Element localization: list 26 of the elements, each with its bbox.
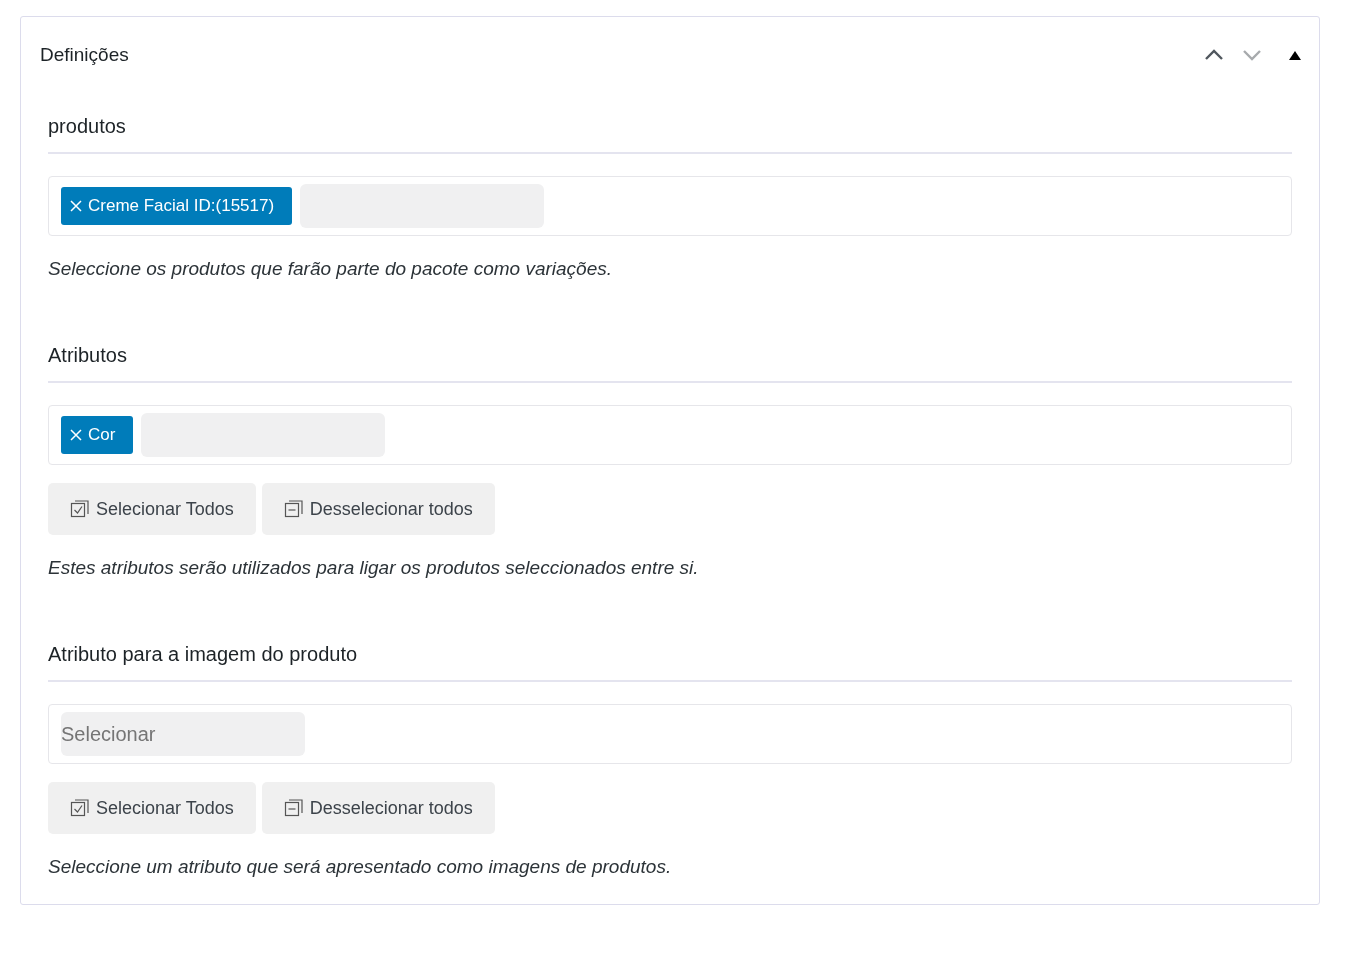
selected-tag[interactable]: Creme Facial ID:(15517) <box>61 187 293 225</box>
help-text: Seleccione os produtos que farão parte do pacote como variações. <box>48 258 614 280</box>
deselect-all-button[interactable]: Desselecionar todos <box>261 483 495 535</box>
select-field[interactable]: Cor <box>48 405 1292 465</box>
select-field[interactable]: Creme Facial ID:(15517) <box>48 176 1292 236</box>
close-icon <box>70 200 82 212</box>
select-field[interactable]: Selecionar <box>48 704 1292 764</box>
section-heading: Atributo para a imagem do produto <box>48 621 1292 682</box>
close-icon <box>70 429 82 441</box>
select-all-button[interactable]: Selecionar Todos <box>48 782 256 834</box>
panel-title: Definições <box>40 44 129 66</box>
minus-box-icon <box>283 499 304 519</box>
chevron-down-icon <box>1242 48 1262 62</box>
checkbox-icon <box>70 798 90 818</box>
section-heading: Atributos <box>48 322 1292 383</box>
section-heading: produtos <box>48 93 1292 154</box>
triangle-up-icon <box>1288 49 1302 61</box>
select-all-button[interactable]: Selecionar Todos <box>48 483 256 535</box>
chevron-up-icon <box>1204 48 1224 62</box>
minus-box-icon <box>283 798 304 818</box>
checkbox-icon <box>70 499 90 519</box>
selected-tag[interactable]: Cor <box>61 416 134 454</box>
deselect-all-button[interactable]: Desselecionar todos <box>261 782 495 834</box>
help-text: Estes atributos serão utilizados para ligar os produtos seleccionados entre si. <box>48 557 700 579</box>
help-text: Seleccione um atributo que será apresentado como imagens de produtos. <box>48 856 673 878</box>
search-input[interactable]: Selecionar <box>61 712 305 756</box>
